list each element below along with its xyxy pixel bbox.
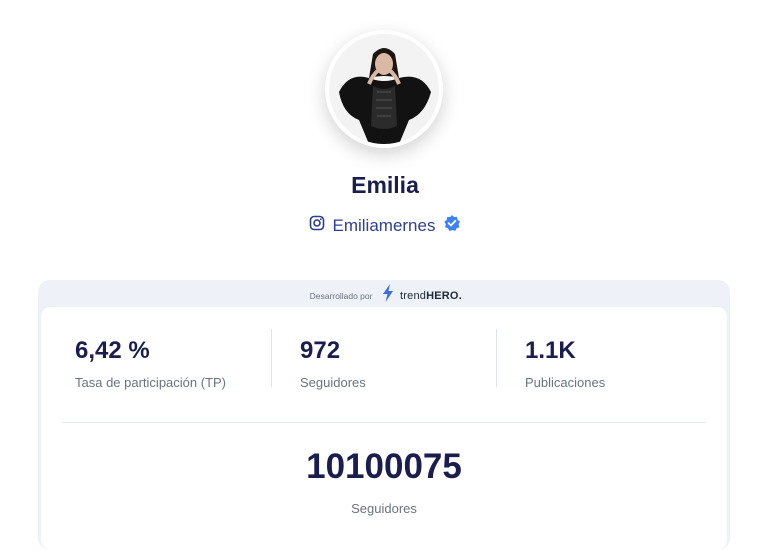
stat-engagement: 6,42 % Tasa de participación (TP)	[75, 337, 226, 390]
brand-prefix: trend	[400, 289, 427, 302]
verified-badge-icon	[443, 214, 461, 237]
stat-value: 972	[300, 337, 341, 364]
stat-value: 6,42 %	[75, 337, 150, 364]
stat-value: 1.1K	[525, 337, 576, 364]
brand-suffix: HERO.	[426, 289, 462, 302]
stat-label: Tasa de participación (TP)	[75, 375, 227, 390]
lightning-bolt-icon	[382, 284, 394, 307]
divider	[271, 329, 272, 387]
stat-posts: 1.1K Publicaciones	[525, 337, 605, 390]
highlight-stat: 10100075 Seguidores	[41, 447, 727, 516]
divider	[496, 329, 497, 387]
stats-panel: 6,42 % Tasa de participación (TP) 972 Se…	[41, 307, 727, 550]
divider	[62, 422, 706, 423]
stats-card: Desarrollado por trendHERO. 6,42 % Tasa …	[38, 280, 730, 550]
powered-by-text: Desarrollado por	[309, 290, 373, 301]
profile-handle[interactable]: Emiliamernes	[333, 216, 436, 236]
highlight-label: Seguidores	[351, 501, 417, 516]
profile-name: Emilia	[351, 172, 419, 198]
avatar-photo	[329, 34, 439, 144]
highlight-value: 10100075	[306, 447, 462, 486]
stat-followers: 972 Seguidores	[300, 337, 366, 390]
profile-avatar-frame	[325, 30, 443, 148]
powered-by[interactable]: Desarrollado por trendHERO.	[38, 284, 730, 307]
profile-handle-row[interactable]: Emiliamernes	[0, 214, 770, 237]
stat-label: Seguidores	[300, 375, 366, 390]
brand-logo: trendHERO.	[400, 290, 462, 302]
avatar	[329, 34, 439, 144]
stat-label: Publicaciones	[525, 375, 606, 390]
instagram-icon	[309, 215, 325, 236]
